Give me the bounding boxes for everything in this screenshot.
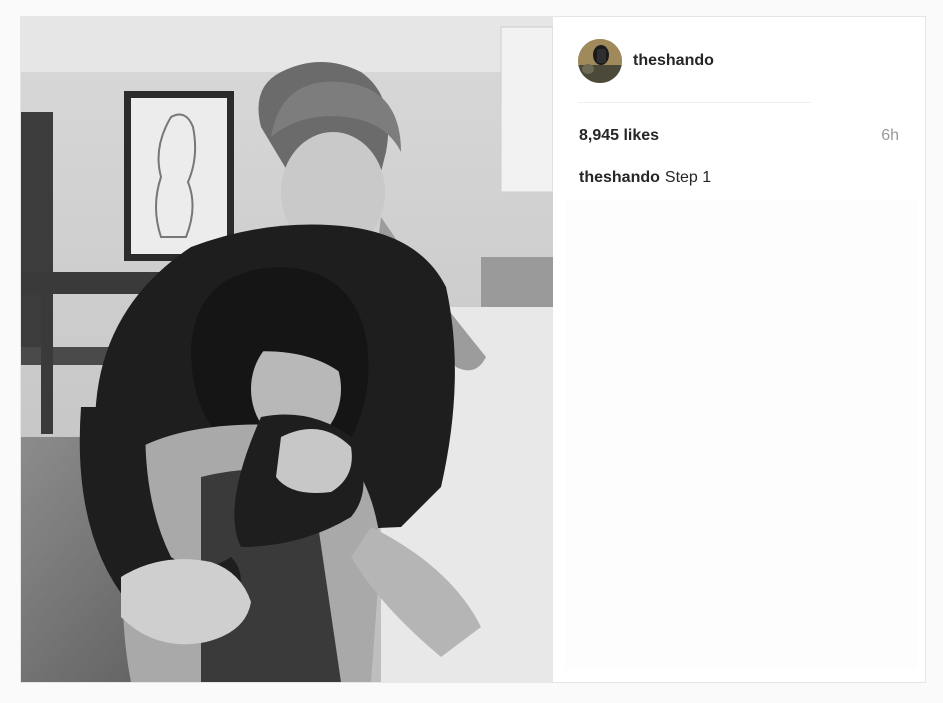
avatar-image-icon — [578, 39, 622, 83]
photo-illustration — [21, 17, 553, 682]
post-timestamp[interactable]: 6h — [881, 127, 899, 145]
comments-area — [565, 199, 917, 669]
caption-text: Step 1 — [664, 169, 712, 186]
profile-avatar[interactable] — [578, 39, 622, 83]
caption-username-link[interactable]: theshando — [579, 169, 660, 186]
username-link[interactable]: theshando — [633, 52, 714, 70]
post-header: theshando — [578, 37, 811, 103]
post-details-panel: theshando 8,945 likes 6h theshando Step 1 — [553, 17, 925, 682]
likes-count[interactable]: 8,945 likes — [579, 127, 659, 145]
post-caption: theshando Step 1 — [579, 169, 711, 187]
instagram-post: theshando 8,945 likes 6h theshando Step 1 — [20, 16, 926, 683]
post-photo[interactable] — [21, 17, 553, 682]
